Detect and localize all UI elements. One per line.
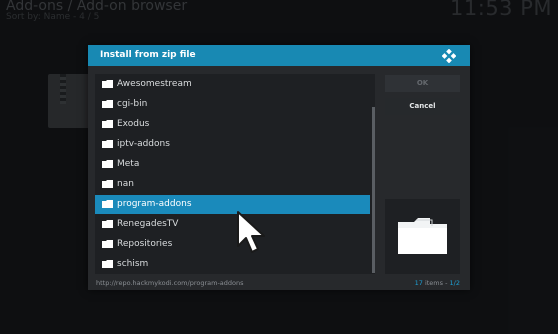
dialog-header: Install from zip file bbox=[88, 45, 470, 66]
list-item[interactable]: Exodus bbox=[95, 115, 370, 134]
list-item-label: Meta bbox=[117, 159, 140, 169]
items-word: items bbox=[424, 279, 444, 287]
folder-icon bbox=[102, 260, 113, 268]
list-item-label: nan bbox=[117, 179, 134, 189]
folder-icon bbox=[102, 220, 113, 228]
list-item[interactable]: nan bbox=[95, 175, 370, 194]
items-count: 17 items - 1/2 bbox=[414, 279, 460, 287]
install-from-zip-dialog: Install from zip file Awesomestream cgi-b… bbox=[88, 45, 470, 290]
list-item-label: Awesomestream bbox=[117, 79, 192, 89]
list-item-label: RenegadesTV bbox=[117, 219, 179, 229]
list-item[interactable]: RenegadesTV bbox=[95, 215, 370, 234]
folder-icon bbox=[102, 140, 113, 148]
folder-icon bbox=[102, 100, 113, 108]
list-item[interactable]: schism bbox=[95, 255, 370, 274]
list-item[interactable]: Awesomestream bbox=[95, 75, 370, 94]
folder-icon bbox=[102, 80, 113, 88]
folder-icon bbox=[102, 200, 113, 208]
list-item-label: Repositories bbox=[117, 239, 173, 249]
list-item-label: schism bbox=[117, 259, 149, 269]
list-item-label: Exodus bbox=[117, 119, 150, 129]
folder-large-icon bbox=[398, 218, 447, 254]
list-item[interactable]: Meta bbox=[95, 155, 370, 174]
list-item-label: program-addons bbox=[117, 199, 192, 209]
list-item[interactable]: Repositories bbox=[95, 235, 370, 254]
list-item-label: iptv-addons bbox=[117, 139, 170, 149]
list-item-label: cgi-bin bbox=[117, 99, 148, 109]
folder-icon bbox=[102, 180, 113, 188]
dialog-title: Install from zip file bbox=[100, 50, 196, 60]
folder-icon bbox=[102, 240, 113, 248]
cancel-button[interactable]: Cancel bbox=[385, 98, 460, 115]
kodi-logo-icon bbox=[442, 49, 456, 63]
list-item[interactable]: cgi-bin bbox=[95, 95, 370, 114]
list-item[interactable]: iptv-addons bbox=[95, 135, 370, 154]
folder-icon bbox=[102, 120, 113, 128]
items-count-number: 17 bbox=[414, 279, 423, 287]
list-item[interactable]: program-addons bbox=[95, 195, 370, 214]
scrollbar-thumb[interactable] bbox=[372, 107, 375, 273]
folder-icon bbox=[102, 160, 113, 168]
current-path: http://repo.hackmykodi.com/program-addon… bbox=[96, 279, 244, 287]
file-list[interactable]: Awesomestream cgi-bin Exodus iptv-addons Met… bbox=[95, 74, 372, 274]
page-info: 1/2 bbox=[449, 279, 460, 287]
folder-preview bbox=[385, 199, 460, 274]
mouse-cursor-icon bbox=[237, 211, 265, 253]
ok-button[interactable]: OK bbox=[385, 75, 460, 92]
